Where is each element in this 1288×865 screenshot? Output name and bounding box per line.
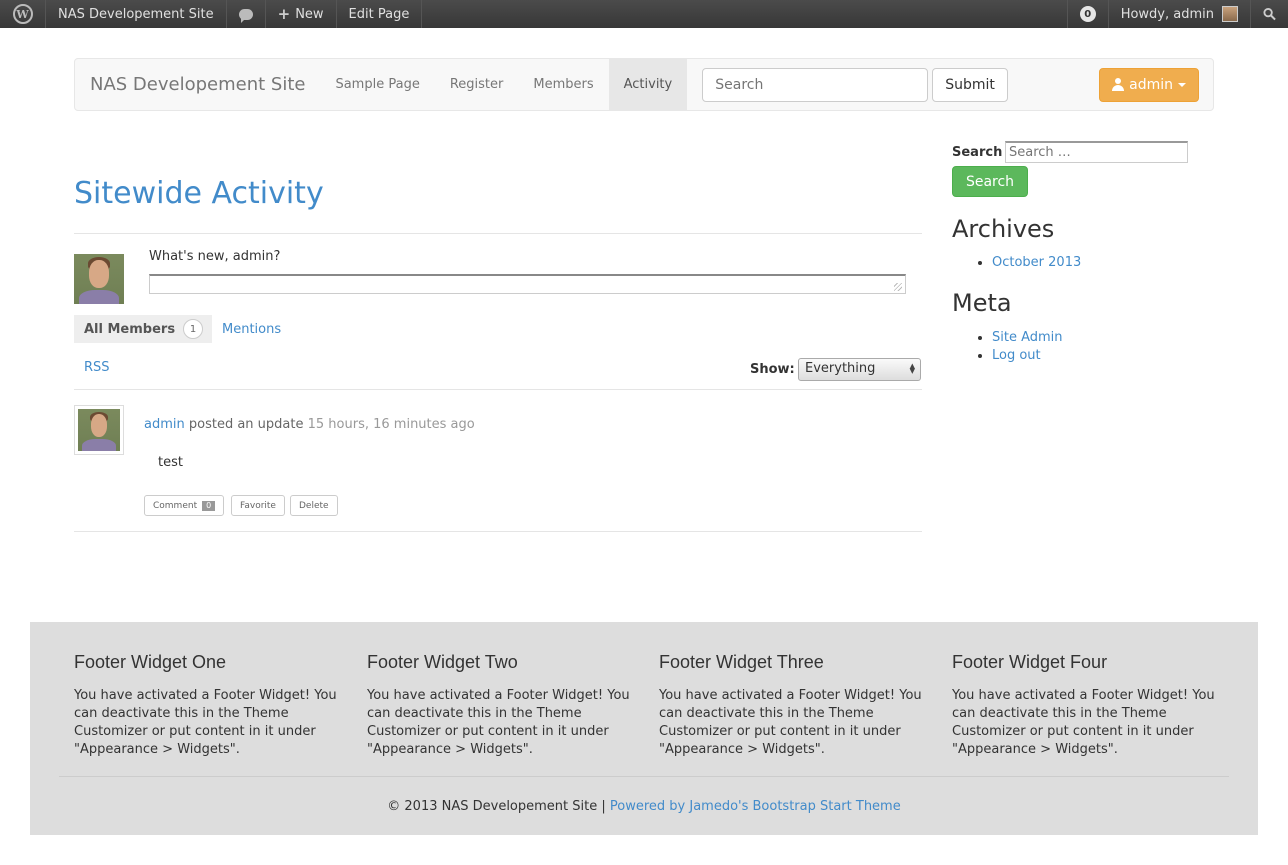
plus-icon: + bbox=[277, 5, 291, 23]
divider bbox=[74, 389, 922, 390]
resize-grip-icon[interactable] bbox=[894, 283, 902, 291]
archives-heading: Archives bbox=[952, 215, 1055, 243]
nav-members[interactable]: Members bbox=[518, 59, 608, 110]
copyright: © 2013 NAS Developement Site | Powered b… bbox=[30, 799, 1258, 814]
admin-bar-new-label: New bbox=[295, 6, 324, 22]
comment-button-label: Comment bbox=[153, 500, 198, 511]
admin-bar-account[interactable]: Howdy, admin bbox=[1107, 0, 1250, 28]
whats-new-label: What's new, admin? bbox=[149, 249, 281, 264]
admin-bar-comments[interactable] bbox=[227, 0, 266, 28]
footer-widget-three: Footer Widget Three You have activated a… bbox=[659, 652, 927, 759]
meta-list: Site Admin Log out bbox=[992, 330, 1063, 366]
meta-link-site-admin[interactable]: Site Admin bbox=[992, 330, 1063, 345]
current-user-avatar[interactable] bbox=[74, 254, 124, 304]
footer-widget-two: Footer Widget Two You have activated a F… bbox=[367, 652, 635, 759]
footer-widget-four: Footer Widget Four You have activated a … bbox=[952, 652, 1220, 759]
footer-widget-text: You have activated a Footer Widget! You … bbox=[74, 688, 337, 757]
tab-mentions[interactable]: Mentions bbox=[222, 322, 281, 337]
admin-bar-edit-page[interactable]: Edit Page bbox=[337, 0, 423, 28]
list-item: Site Admin bbox=[992, 330, 1063, 348]
archives-list: October 2013 bbox=[992, 255, 1081, 273]
activity-action: posted an update bbox=[188, 417, 304, 432]
footer-divider bbox=[59, 776, 1229, 777]
delete-button[interactable]: Delete bbox=[290, 495, 338, 516]
main-navbar: NAS Developement Site Sample Page Regist… bbox=[74, 58, 1214, 111]
footer-widget-text: You have activated a Footer Widget! You … bbox=[952, 688, 1215, 757]
divider bbox=[74, 233, 922, 234]
footer-widget-title: Footer Widget Three bbox=[659, 652, 824, 672]
admin-dropdown-button[interactable]: admin bbox=[1099, 67, 1199, 102]
activity-header: admin posted an update 15 hours, 16 minu… bbox=[144, 417, 475, 432]
show-filter-value: Everything bbox=[805, 361, 876, 376]
comment-icon bbox=[238, 8, 253, 23]
wordpress-icon: W bbox=[12, 4, 33, 24]
all-members-count: 1 bbox=[183, 319, 204, 339]
theme-credit-link[interactable]: Powered by Jamedo's Bootstrap Start Them… bbox=[610, 799, 901, 814]
footer-widget-text: You have activated a Footer Widget! You … bbox=[367, 688, 630, 757]
navbar-search-input[interactable] bbox=[702, 67, 929, 102]
admin-bar-search[interactable] bbox=[1250, 0, 1288, 28]
archive-link-october-2013[interactable]: October 2013 bbox=[992, 255, 1081, 270]
whats-new-textarea[interactable] bbox=[149, 274, 906, 294]
user-icon bbox=[1112, 78, 1125, 91]
list-item: October 2013 bbox=[992, 255, 1081, 273]
list-item: Log out bbox=[992, 348, 1063, 366]
admin-bar-site-name[interactable]: NAS Developement Site bbox=[46, 0, 227, 28]
admin-bar-avatar bbox=[1222, 6, 1238, 22]
activity-avatar[interactable] bbox=[74, 405, 124, 455]
comment-count: 0 bbox=[202, 500, 216, 511]
show-filter-select[interactable]: Everything ▲ ▼ bbox=[798, 358, 921, 381]
notification-count: 0 bbox=[1079, 6, 1096, 22]
sidebar-search-label: Search bbox=[952, 145, 1003, 160]
footer-widget-title: Footer Widget Four bbox=[952, 652, 1108, 672]
site-footer: Footer Widget One You have activated a F… bbox=[30, 622, 1258, 835]
admin-bar: W NAS Developement Site + New Edit Page … bbox=[0, 0, 1288, 28]
howdy-label: Howdy, admin bbox=[1120, 6, 1214, 22]
footer-widget-text: You have activated a Footer Widget! You … bbox=[659, 688, 922, 757]
favorite-button[interactable]: Favorite bbox=[231, 495, 285, 516]
caret-down-icon bbox=[1178, 82, 1186, 87]
page-title: Sitewide Activity bbox=[74, 176, 324, 211]
footer-widget-one: Footer Widget One You have activated a F… bbox=[74, 652, 342, 759]
meta-heading: Meta bbox=[952, 289, 1012, 317]
navbar-brand[interactable]: NAS Developement Site bbox=[75, 74, 320, 95]
select-arrows-icon: ▲ ▼ bbox=[909, 362, 915, 375]
meta-link-log-out[interactable]: Log out bbox=[992, 348, 1041, 363]
nav-activity[interactable]: Activity bbox=[608, 59, 688, 110]
activity-content: test bbox=[158, 455, 183, 470]
nav-register[interactable]: Register bbox=[435, 59, 519, 110]
activity-time[interactable]: 15 hours, 16 minutes ago bbox=[308, 417, 475, 432]
comment-button[interactable]: Comment 0 bbox=[144, 495, 225, 516]
nav-sample-page[interactable]: Sample Page bbox=[320, 59, 434, 110]
wordpress-menu[interactable]: W bbox=[0, 0, 46, 28]
footer-widget-title: Footer Widget Two bbox=[367, 652, 518, 672]
divider bbox=[74, 531, 922, 532]
footer-widget-title: Footer Widget One bbox=[74, 652, 227, 672]
navbar-submit-button[interactable]: Submit bbox=[932, 67, 1008, 102]
sidebar-search-input[interactable] bbox=[1005, 141, 1188, 163]
tab-all-members-label: All Members bbox=[84, 321, 176, 337]
tab-all-members[interactable]: All Members 1 bbox=[74, 315, 212, 343]
show-filter-label: Show: bbox=[750, 362, 795, 377]
sidebar-search-button[interactable]: Search bbox=[952, 166, 1028, 197]
admin-bar-notifications[interactable]: 0 bbox=[1066, 0, 1108, 28]
copyright-text: © 2013 NAS Developement Site | bbox=[387, 799, 606, 814]
activity-author-link[interactable]: admin bbox=[144, 417, 185, 432]
admin-bar-new[interactable]: + New bbox=[266, 0, 337, 28]
search-icon bbox=[1263, 7, 1276, 21]
admin-dropdown-label: admin bbox=[1129, 76, 1173, 93]
rss-link[interactable]: RSS bbox=[84, 360, 110, 375]
